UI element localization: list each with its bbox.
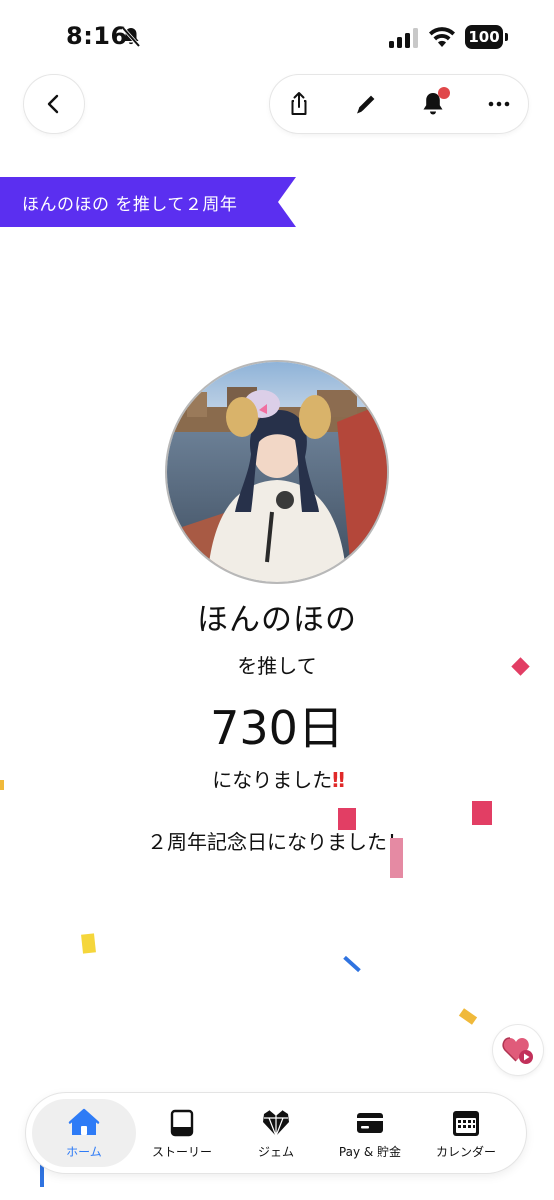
battery-icon: 100 xyxy=(465,25,509,49)
cellular-signal-icon xyxy=(389,28,418,48)
tab-pay[interactable]: Pay & 貯金 xyxy=(322,1093,418,1173)
pencil-icon[interactable] xyxy=(351,89,381,119)
tab-story[interactable]: ストーリー xyxy=(134,1093,230,1173)
confetti xyxy=(343,955,361,973)
gem-heart-icon xyxy=(263,1109,289,1137)
heart-play-icon xyxy=(502,1037,533,1064)
anniversary-message: ２周年記念日になりました！ xyxy=(147,830,407,854)
days-count: 730日 xyxy=(210,701,344,755)
tab-gem[interactable]: ジェム xyxy=(228,1093,324,1173)
oshi-name: ほんのほの xyxy=(197,602,357,638)
bell-slash-icon xyxy=(121,26,141,48)
home-icon xyxy=(68,1108,100,1135)
card-icon xyxy=(357,1113,383,1133)
wifi-icon xyxy=(429,27,455,47)
tab-label: ジェム xyxy=(257,1145,294,1159)
status-time: 8:16 xyxy=(66,22,128,50)
anniversary-ribbon: ほんのほの を推して２周年 xyxy=(0,177,296,227)
tab-label: ストーリー xyxy=(151,1145,212,1159)
tab-label: Pay & 貯金 xyxy=(338,1145,402,1159)
more-icon[interactable] xyxy=(484,89,514,119)
calendar-icon xyxy=(453,1111,479,1136)
tab-home[interactable]: ホーム xyxy=(26,1093,142,1173)
confetti xyxy=(390,838,403,878)
heart-play-button[interactable] xyxy=(493,1025,543,1075)
battery-level: 100 xyxy=(465,25,503,49)
tab-calendar[interactable]: カレンダー xyxy=(418,1093,514,1173)
oshite-label: を推して xyxy=(237,654,317,678)
confetti xyxy=(338,808,356,830)
avatar xyxy=(167,362,387,582)
exclamation-mark: ‼ xyxy=(332,768,344,792)
chevron-left-icon xyxy=(47,94,59,114)
narimashita-label: になりました xyxy=(212,768,333,792)
notification-badge xyxy=(438,87,450,99)
confetti xyxy=(81,933,96,954)
tab-label: ホーム xyxy=(66,1145,102,1159)
confetti xyxy=(0,780,4,790)
status-bar: 8:16 100 xyxy=(0,0,554,72)
bottom-tab-bar: ホーム ストーリー ジェム Pay & 貯金 カレンダー xyxy=(26,1093,526,1173)
share-icon[interactable] xyxy=(284,89,314,119)
confetti xyxy=(472,801,492,825)
notebook-icon xyxy=(170,1109,194,1137)
back-button[interactable] xyxy=(24,75,84,133)
ribbon-text: ほんのほの を推して２周年 xyxy=(22,195,238,215)
narimashita-line: になりました‼ xyxy=(0,764,554,793)
tab-label: カレンダー xyxy=(435,1145,496,1159)
header-actions xyxy=(270,75,528,133)
confetti xyxy=(458,1008,478,1025)
